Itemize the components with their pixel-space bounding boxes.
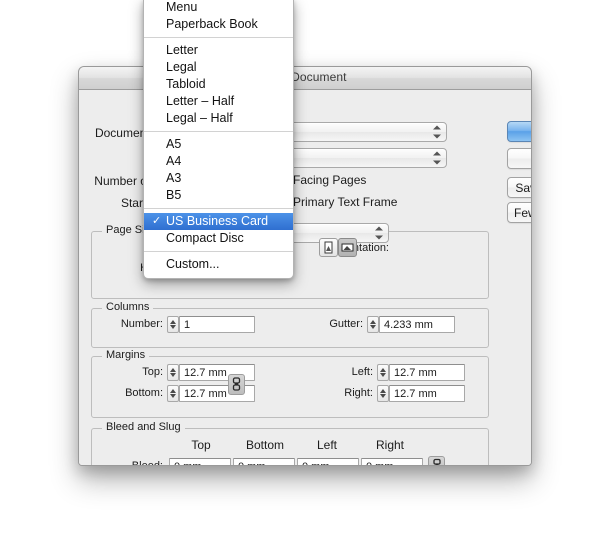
- margin-bottom-label: Bottom:: [125, 387, 163, 399]
- bleed-col-left-header: Left: [316, 438, 337, 452]
- chevron-updown-icon: [433, 125, 442, 140]
- margin-left-stepper[interactable]: [377, 364, 389, 381]
- menu-separator: [144, 208, 293, 209]
- fewer-options-button[interactable]: Fewer Options: [507, 202, 531, 223]
- chain-link-icon: [432, 458, 441, 465]
- orientation-portrait-button[interactable]: [319, 238, 338, 257]
- menu-item-a4[interactable]: A4: [144, 153, 293, 170]
- page-size-dropdown-menu[interactable]: Menu Paperback Book Letter Legal Tabloid…: [143, 0, 294, 279]
- menu-item-label: US Business Card: [166, 214, 269, 228]
- menu-item-letter[interactable]: Letter: [144, 42, 293, 59]
- margin-top-label: Top:: [142, 366, 163, 378]
- columns-gutter-stepper[interactable]: [367, 316, 379, 333]
- ok-button[interactable]: OK: [507, 121, 531, 142]
- margin-right-stepper[interactable]: [377, 385, 389, 402]
- columns-gutter-input[interactable]: 4.233 mm: [379, 316, 455, 333]
- bleed-right-input[interactable]: 0 mm: [361, 458, 423, 465]
- margin-left-label: Left:: [351, 366, 373, 378]
- menu-item-custom[interactable]: Custom...: [144, 256, 293, 273]
- save-preset-button[interactable]: Save Preset...: [507, 177, 531, 198]
- portrait-icon: [324, 241, 333, 254]
- menu-item-us-business-card[interactable]: ✓ US Business Card: [144, 213, 293, 230]
- landscape-icon: [341, 243, 354, 252]
- menu-item-compact-disc[interactable]: Compact Disc: [144, 230, 293, 247]
- bleed-label: Bleed:: [131, 460, 163, 466]
- columns-number-input[interactable]: 1: [179, 316, 255, 333]
- menu-item-tabloid[interactable]: Tabloid: [144, 76, 293, 93]
- chevron-updown-icon: [375, 226, 384, 241]
- bleed-col-top-header: Top: [191, 438, 211, 452]
- bleed-and-slug-group-title: Bleed and Slug: [102, 421, 185, 433]
- columns-number-stepper[interactable]: [167, 316, 179, 333]
- bleed-col-right-header: Right: [375, 438, 404, 452]
- menu-item-a5[interactable]: A5: [144, 136, 293, 153]
- columns-group-title: Columns: [102, 301, 154, 313]
- chevron-updown-icon: [433, 151, 442, 166]
- menu-item-paperback-book[interactable]: Paperback Book: [144, 16, 293, 33]
- cancel-button[interactable]: Cancel: [507, 148, 531, 169]
- margins-group-title: Margins: [102, 349, 150, 361]
- menu-item-b5[interactable]: B5: [144, 187, 293, 204]
- bleed-bottom-input[interactable]: 0 mm: [233, 458, 295, 465]
- orientation-landscape-button[interactable]: [338, 238, 357, 257]
- checkmark-icon: ✓: [152, 215, 162, 227]
- menu-item-legal[interactable]: Legal: [144, 59, 293, 76]
- primary-text-frame-label: Primary Text Frame: [293, 195, 398, 209]
- menu-separator: [144, 251, 293, 252]
- columns-gutter-label: Gutter:: [329, 318, 363, 330]
- menu-item-letter-half[interactable]: Letter – Half: [144, 93, 293, 110]
- facing-pages-label: Facing Pages: [293, 173, 367, 187]
- margins-link-button[interactable]: [228, 374, 245, 395]
- menu-separator: [144, 37, 293, 38]
- margin-right-label: Right:: [344, 387, 373, 399]
- bleed-left-input[interactable]: 0 mm: [297, 458, 359, 465]
- bleed-top-input[interactable]: 0 mm: [169, 458, 231, 465]
- margin-top-stepper[interactable]: [167, 364, 179, 381]
- margin-left-input[interactable]: 12.7 mm: [389, 364, 465, 381]
- menu-separator: [144, 131, 293, 132]
- menu-item-menu[interactable]: Menu: [144, 0, 293, 16]
- menu-item-a3[interactable]: A3: [144, 170, 293, 187]
- bleed-link-button[interactable]: [428, 456, 445, 465]
- margin-right-input[interactable]: 12.7 mm: [389, 385, 465, 402]
- columns-number-label: Number:: [120, 318, 163, 330]
- bleed-col-bottom-header: Bottom: [245, 438, 284, 452]
- menu-item-legal-half[interactable]: Legal – Half: [144, 110, 293, 127]
- screen: New Document Document Preset: [Custom] P…: [0, 0, 600, 541]
- chain-link-icon: [232, 377, 241, 391]
- margin-bottom-stepper[interactable]: [167, 385, 179, 402]
